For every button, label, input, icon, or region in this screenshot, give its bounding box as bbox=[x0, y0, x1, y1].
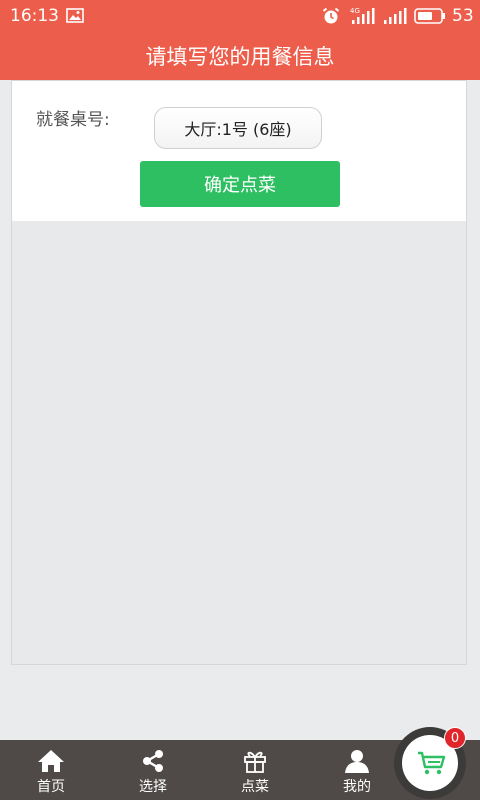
svg-text:4G: 4G bbox=[350, 7, 360, 15]
nav-item-choose[interactable]: 选择 bbox=[102, 740, 204, 800]
nav-item-mine[interactable]: 我的 bbox=[306, 740, 408, 800]
nav-label-home: 首页 bbox=[37, 779, 65, 795]
form-card: 就餐桌号: 大厅:1号 (6座) 确定点菜 bbox=[12, 81, 466, 221]
battery-icon bbox=[414, 8, 446, 29]
table-number-label: 就餐桌号: bbox=[36, 110, 110, 130]
cart-icon bbox=[416, 750, 446, 780]
signal-4g-icon: 4G bbox=[350, 6, 376, 31]
gift-icon bbox=[242, 748, 268, 774]
status-bar: 16:13 4G 53 bbox=[0, 0, 480, 32]
page-title: 请填写您的用餐信息 bbox=[0, 32, 480, 80]
confirm-order-button[interactable]: 确定点菜 bbox=[140, 161, 340, 207]
alarm-icon bbox=[322, 7, 340, 30]
home-icon bbox=[37, 748, 65, 774]
nav-item-order[interactable]: 点菜 bbox=[204, 740, 306, 800]
battery-level: 53 bbox=[452, 6, 474, 26]
nav-label-choose: 选择 bbox=[139, 779, 167, 795]
content-panel: 就餐桌号: 大厅:1号 (6座) 确定点菜 bbox=[11, 80, 467, 665]
signal-icon bbox=[382, 6, 408, 31]
share-icon bbox=[140, 748, 166, 774]
user-icon bbox=[344, 748, 370, 774]
status-time: 16:13 bbox=[10, 6, 59, 26]
table-select[interactable]: 大厅:1号 (6座) bbox=[154, 107, 322, 149]
nav-label-mine: 我的 bbox=[343, 779, 371, 795]
image-icon bbox=[66, 8, 84, 28]
nav-item-home[interactable]: 首页 bbox=[0, 740, 102, 800]
nav-label-order: 点菜 bbox=[241, 779, 269, 795]
cart-count-badge: 0 bbox=[444, 727, 466, 749]
